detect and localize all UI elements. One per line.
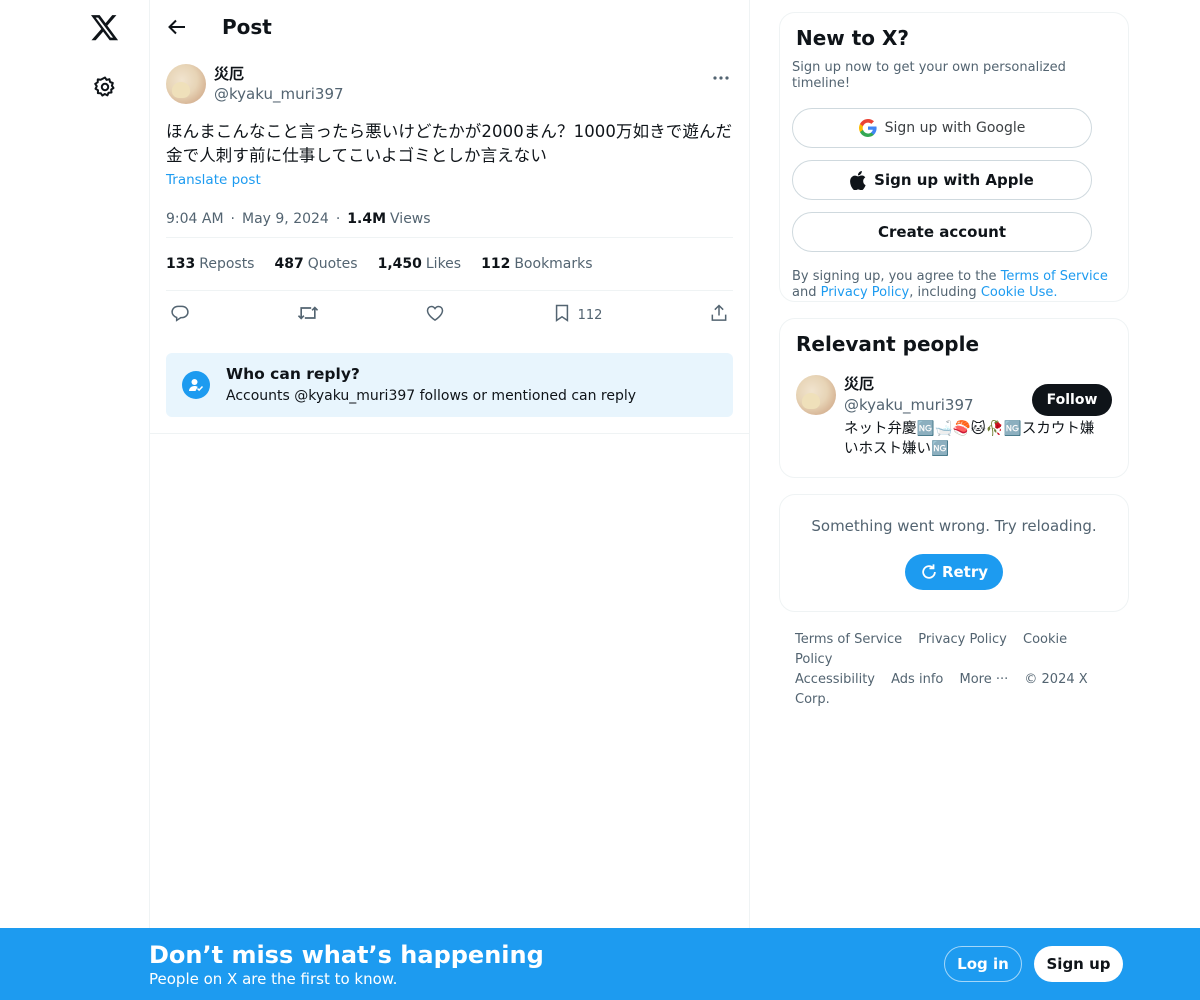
- bottom-signup-bar: Don’t miss what’s happening People on X …: [0, 928, 1200, 1000]
- author-display-name[interactable]: 災厄: [214, 65, 344, 83]
- reply-restriction-subtitle: Accounts @kyaku_muri397 follows or menti…: [226, 388, 637, 404]
- post-author[interactable]: 災厄 @kyaku_muri397: [166, 64, 733, 112]
- legal-text: , including: [909, 285, 981, 300]
- avatar[interactable]: [796, 375, 836, 415]
- main-column: Post 災厄 @kyaku_muri397 ほんまこんなこと言ったら悪いけどた…: [149, 0, 750, 1000]
- apple-icon: [850, 170, 866, 190]
- reply-button[interactable]: [170, 303, 190, 327]
- stat-reposts[interactable]: 133 Reposts: [166, 256, 254, 272]
- stat-count: 133: [166, 256, 196, 272]
- left-nav: [0, 0, 150, 1000]
- stat-label: Bookmarks: [514, 256, 593, 272]
- repost-icon: [297, 303, 319, 327]
- google-icon: [858, 119, 877, 137]
- stat-count: 487: [274, 256, 304, 272]
- reply-restriction-notice: Who can reply? Accounts @kyaku_muri397 f…: [166, 353, 733, 417]
- bottom-bar-subtitle: People on X are the first to know.: [149, 970, 398, 988]
- retry-icon: [920, 563, 938, 581]
- login-button[interactable]: Log in: [944, 946, 1022, 982]
- settings-icon[interactable]: [89, 71, 121, 103]
- signup-card-subtitle: Sign up now to get your own personalized…: [792, 60, 1066, 91]
- bottom-bar-title: Don’t miss what’s happening: [149, 941, 544, 969]
- post-text: ほんまこんなこと言ったら悪いけどたかが2000まん？1000万如きで遊んだ金で人…: [166, 122, 733, 165]
- post-time[interactable]: 9:04 AM: [166, 211, 224, 227]
- like-button[interactable]: [425, 303, 445, 327]
- signup-apple-label: Sign up with Apple: [874, 171, 1034, 189]
- views-count: 1.4M: [347, 210, 387, 227]
- reply-icon: [170, 303, 190, 327]
- stat-likes[interactable]: 1,450 Likes: [378, 256, 462, 272]
- error-card: Something went wrong. Try reloading. Ret…: [779, 494, 1129, 612]
- bookmark-icon: [552, 303, 572, 327]
- retry-button[interactable]: Retry: [905, 554, 1003, 590]
- bookmark-button[interactable]: 112: [552, 303, 603, 327]
- post-stats: 133 Reposts 487 Quotes 1,450 Likes 112 Bookm…: [166, 238, 733, 291]
- retry-label: Retry: [941, 563, 989, 581]
- person-bio: ネット弁慶🆖🛁🍣🐱🥀🆖スカウト嫌いホスト嫌い🆖: [844, 421, 1095, 457]
- stat-label: Likes: [425, 256, 462, 272]
- signup-google-label: Sign up with Google: [884, 120, 1026, 136]
- separator-dot: ·: [335, 210, 341, 227]
- cookie-link[interactable]: Cookie Use.: [981, 285, 1058, 300]
- signup-google-button[interactable]: Sign up with Google: [792, 108, 1092, 148]
- privacy-link[interactable]: Privacy Policy: [821, 285, 910, 300]
- main-header: Post: [150, 0, 749, 54]
- footer-link-more[interactable]: More ···: [959, 672, 1008, 687]
- footer-link-ads[interactable]: Ads info: [891, 672, 943, 687]
- signup-card: New to X? Sign up now to get your own pe…: [779, 12, 1129, 302]
- relevant-people-card: Relevant people 災厄 @kyaku_muri397 ネット弁慶🆖…: [779, 318, 1129, 478]
- stat-label: Reposts: [199, 256, 255, 272]
- footer-link-privacy[interactable]: Privacy Policy: [918, 632, 1007, 647]
- x-logo-icon[interactable]: [89, 12, 121, 44]
- back-arrow-icon[interactable]: [166, 16, 188, 38]
- stat-quotes[interactable]: 487 Quotes: [274, 256, 357, 272]
- separator-dot: ·: [230, 210, 235, 227]
- footer-link-terms[interactable]: Terms of Service: [795, 632, 902, 647]
- footer-links: Terms of Service Privacy Policy Cookie P…: [779, 630, 1099, 710]
- person-check-icon: [182, 371, 210, 399]
- share-icon: [709, 303, 729, 327]
- post-meta: 9:04 AM · May 9, 2024 · 1.4M Views: [166, 200, 733, 238]
- footer-link-accessibility[interactable]: Accessibility: [795, 672, 875, 687]
- post-actions: 112: [166, 291, 733, 339]
- error-message: Something went wrong. Try reloading.: [811, 517, 1097, 535]
- signup-button[interactable]: Sign up: [1034, 946, 1123, 982]
- right-sidebar: New to X? Sign up now to get your own pe…: [779, 12, 1129, 710]
- stat-count: 112: [481, 256, 511, 272]
- legal-text: By signing up, you agree to the: [792, 269, 1001, 284]
- page-title: Post: [222, 15, 272, 39]
- repost-button[interactable]: [297, 303, 319, 327]
- signup-legal-text: By signing up, you agree to the Terms of…: [792, 269, 1116, 301]
- post-date[interactable]: May 9, 2024: [242, 211, 329, 227]
- post: 災厄 @kyaku_muri397 ほんまこんなこと言ったら悪いけどたかが200…: [150, 54, 749, 434]
- create-account-button[interactable]: Create account: [792, 212, 1092, 252]
- avatar[interactable]: [166, 64, 206, 104]
- stat-count: 1,450: [377, 256, 422, 272]
- share-button[interactable]: [709, 303, 729, 327]
- terms-link[interactable]: Terms of Service: [1001, 269, 1108, 284]
- bookmark-count: 112: [577, 307, 603, 323]
- like-icon: [425, 303, 445, 327]
- views-label: Views: [390, 210, 431, 227]
- reply-restriction-title: Who can reply?: [226, 365, 360, 383]
- stat-bookmarks[interactable]: 112 Bookmarks: [481, 256, 592, 272]
- signup-card-title: New to X?: [796, 26, 910, 50]
- more-icon[interactable]: [711, 68, 731, 88]
- author-handle[interactable]: @kyaku_muri397: [214, 83, 344, 105]
- follow-button[interactable]: Follow: [1032, 384, 1112, 416]
- legal-text: and: [792, 285, 821, 300]
- signup-apple-button[interactable]: Sign up with Apple: [792, 160, 1092, 200]
- relevant-people-title: Relevant people: [796, 332, 980, 356]
- translate-post-link[interactable]: Translate post: [166, 172, 261, 188]
- stat-label: Quotes: [307, 256, 358, 272]
